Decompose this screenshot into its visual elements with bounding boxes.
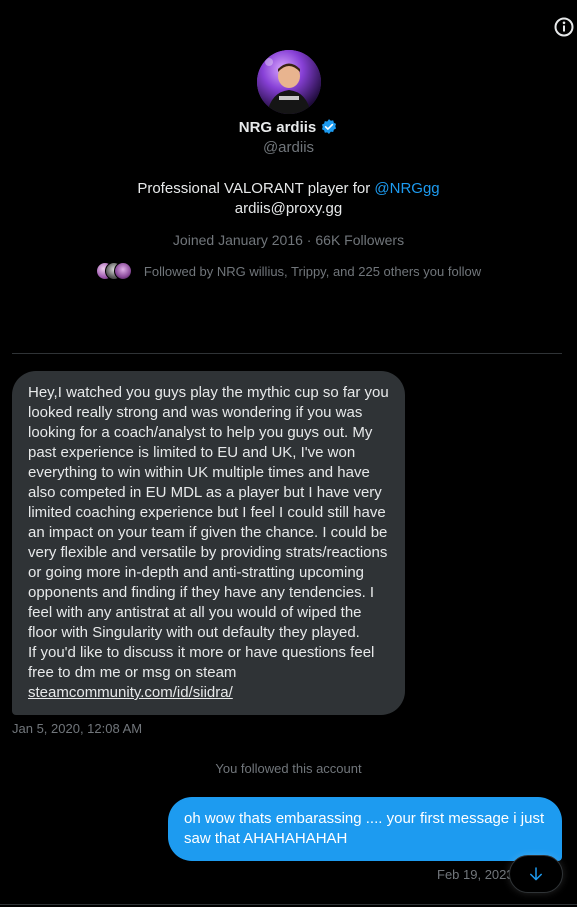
composer-divider — [0, 904, 577, 905]
divider — [12, 353, 562, 354]
system-note: You followed this account — [215, 761, 362, 776]
followers-count[interactable]: 66K Followers — [315, 232, 404, 248]
mutual-avatar-3 — [113, 262, 132, 280]
bio: Professional VALORANT player for @NRGgg … — [0, 179, 577, 219]
name-row: NRG ardiis — [0, 117, 577, 137]
profile-meta: Joined January 2016 · 66K Followers — [0, 232, 577, 252]
handle: @ardiis — [262, 139, 315, 156]
incoming-message-text: Hey,I watched you guys play the mythic c… — [28, 384, 389, 641]
meta-separator: · — [302, 232, 316, 248]
dm-conversation-screen: NRG ardiis @ardiis Professional VALORANT… — [0, 0, 577, 907]
followed-by-row[interactable]: Followed by NRG willius, Trippy, and 225… — [0, 261, 577, 281]
avatar[interactable] — [256, 50, 321, 114]
avatar-image — [256, 50, 321, 114]
scroll-to-bottom-button[interactable] — [509, 855, 563, 893]
joined-date: Joined January 2016 — [172, 232, 303, 248]
bio-mention-link[interactable]: @NRGgg — [374, 180, 439, 197]
bio-text: Professional VALORANT player for — [137, 180, 375, 197]
incoming-message-text: If you'd like to discuss it more or have… — [28, 644, 375, 681]
steam-profile-link[interactable]: steamcommunity.com/id/siidra/ — [28, 684, 233, 701]
bio-email: ardiis@proxy.gg — [234, 200, 343, 217]
display-name[interactable]: NRG ardiis — [239, 119, 317, 136]
outgoing-message-timestamp: Feb 19, 2023 — [437, 867, 514, 882]
arrow-down-icon — [530, 867, 542, 881]
verified-badge-icon[interactable] — [320, 118, 338, 136]
incoming-message-bubble[interactable]: Hey,I watched you guys play the mythic c… — [12, 371, 405, 715]
info-icon — [554, 17, 574, 37]
mutual-follower-avatars — [95, 262, 132, 280]
outgoing-message-text: oh wow thats embarassing .... your first… — [184, 810, 545, 847]
followed-by-text: Followed by NRG willius, Trippy, and 225… — [143, 263, 482, 279]
conversation-info-button[interactable] — [552, 15, 576, 39]
outgoing-message-bubble[interactable]: oh wow thats embarassing .... your first… — [168, 797, 562, 861]
incoming-message-timestamp: Jan 5, 2020, 12:08 AM — [12, 721, 143, 736]
profile-header: NRG ardiis @ardiis Professional VALORANT… — [0, 50, 577, 281]
